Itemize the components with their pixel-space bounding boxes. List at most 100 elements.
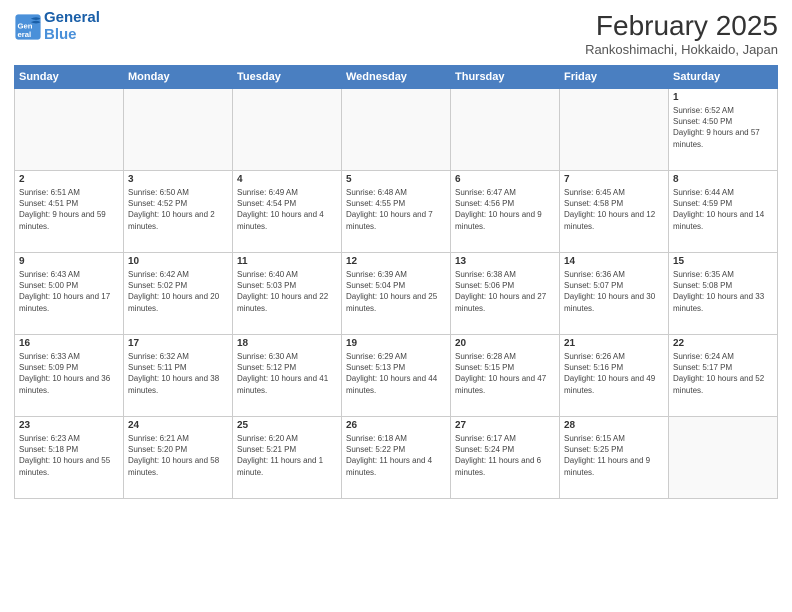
day-number: 2	[19, 174, 119, 185]
calendar-week-4: 16Sunrise: 6:33 AM Sunset: 5:09 PM Dayli…	[15, 335, 778, 417]
day-number: 28	[564, 420, 664, 431]
day-number: 11	[237, 256, 337, 267]
day-number: 3	[128, 174, 228, 185]
logo-icon: Gen eral	[14, 13, 42, 41]
calendar-day: 5 Sunrise: 6:48 AM Sunset: 4:55 PM Daylig…	[342, 171, 451, 253]
day-number: 23	[19, 420, 119, 431]
calendar-week-1: 1Sunrise: 6:52 AM Sunset: 4:50 PM Daylig…	[15, 89, 778, 171]
calendar-day: 19 Sunrise: 6:29 AM Sunset: 5:13 PM Dayli…	[342, 335, 451, 417]
day-info: Sunrise: 6:44 AM Sunset: 4:59 PM Dayligh…	[673, 187, 773, 232]
day-number: 16	[19, 338, 119, 349]
month-title: February 2025	[585, 10, 778, 42]
calendar-day: 13 Sunrise: 6:38 AM Sunset: 5:06 PM Dayli…	[451, 253, 560, 335]
day-number: 27	[455, 420, 555, 431]
day-info: Sunrise: 6:43 AM Sunset: 5:00 PM Dayligh…	[19, 269, 119, 314]
calendar-day: 12Sunrise: 6:39 AM Sunset: 5:04 PM Dayli…	[342, 253, 451, 335]
day-number: 13	[455, 256, 555, 267]
calendar-day: 9 Sunrise: 6:43 AM Sunset: 5:00 PM Daylig…	[15, 253, 124, 335]
calendar-day	[233, 89, 342, 171]
day-number: 4	[237, 174, 337, 185]
svg-text:eral: eral	[18, 29, 32, 38]
calendar-day: 18 Sunrise: 6:30 AM Sunset: 5:12 PM Dayli…	[233, 335, 342, 417]
day-number: 22	[673, 338, 773, 349]
calendar-day	[560, 89, 669, 171]
subtitle: Rankoshimachi, Hokkaido, Japan	[585, 42, 778, 57]
calendar-header-thursday: Thursday	[451, 66, 560, 89]
day-number: 7	[564, 174, 664, 185]
day-info: Sunrise: 6:21 AM Sunset: 5:20 PM Dayligh…	[128, 433, 228, 478]
calendar-day: 1Sunrise: 6:52 AM Sunset: 4:50 PM Daylig…	[669, 89, 778, 171]
day-number: 14	[564, 256, 664, 267]
day-info: Sunrise: 6:52 AM Sunset: 4:50 PM Dayligh…	[673, 105, 773, 150]
calendar-week-5: 23 Sunrise: 6:23 AM Sunset: 5:18 PM Dayli…	[15, 417, 778, 499]
calendar-day: 22 Sunrise: 6:24 AM Sunset: 5:17 PM Dayli…	[669, 335, 778, 417]
calendar-day: 3Sunrise: 6:50 AM Sunset: 4:52 PM Daylig…	[124, 171, 233, 253]
day-number: 25	[237, 420, 337, 431]
calendar-day: 8 Sunrise: 6:44 AM Sunset: 4:59 PM Daylig…	[669, 171, 778, 253]
calendar-day	[342, 89, 451, 171]
calendar-day: 14 Sunrise: 6:36 AM Sunset: 5:07 PM Dayli…	[560, 253, 669, 335]
calendar-day: 7 Sunrise: 6:45 AM Sunset: 4:58 PM Daylig…	[560, 171, 669, 253]
calendar-day: 15 Sunrise: 6:35 AM Sunset: 5:08 PM Dayli…	[669, 253, 778, 335]
calendar-day	[124, 89, 233, 171]
calendar-day: 25 Sunrise: 6:20 AM Sunset: 5:21 PM Dayli…	[233, 417, 342, 499]
calendar-day: 21 Sunrise: 6:26 AM Sunset: 5:16 PM Dayli…	[560, 335, 669, 417]
calendar-header-saturday: Saturday	[669, 66, 778, 89]
logo-text: General Blue	[44, 10, 100, 43]
day-number: 21	[564, 338, 664, 349]
calendar-header-sunday: Sunday	[15, 66, 124, 89]
day-number: 9	[19, 256, 119, 267]
day-number: 8	[673, 174, 773, 185]
calendar-day: 6 Sunrise: 6:47 AM Sunset: 4:56 PM Daylig…	[451, 171, 560, 253]
day-info: Sunrise: 6:28 AM Sunset: 5:15 PM Dayligh…	[455, 351, 555, 396]
day-info: Sunrise: 6:48 AM Sunset: 4:55 PM Dayligh…	[346, 187, 446, 232]
day-info: Sunrise: 6:17 AM Sunset: 5:24 PM Dayligh…	[455, 433, 555, 478]
day-number: 6	[455, 174, 555, 185]
calendar-day	[451, 89, 560, 171]
day-number: 18	[237, 338, 337, 349]
calendar-day: 28 Sunrise: 6:15 AM Sunset: 5:25 PM Dayli…	[560, 417, 669, 499]
calendar-day: 24 Sunrise: 6:21 AM Sunset: 5:20 PM Dayli…	[124, 417, 233, 499]
day-info: Sunrise: 6:30 AM Sunset: 5:12 PM Dayligh…	[237, 351, 337, 396]
day-info: Sunrise: 6:23 AM Sunset: 5:18 PM Dayligh…	[19, 433, 119, 478]
calendar-header-wednesday: Wednesday	[342, 66, 451, 89]
day-info: Sunrise: 6:47 AM Sunset: 4:56 PM Dayligh…	[455, 187, 555, 232]
day-info: Sunrise: 6:38 AM Sunset: 5:06 PM Dayligh…	[455, 269, 555, 314]
page-header: Gen eral General Blue February 2025 Rank…	[14, 10, 778, 57]
day-info: Sunrise: 6:26 AM Sunset: 5:16 PM Dayligh…	[564, 351, 664, 396]
day-info: Sunrise: 6:18 AM Sunset: 5:22 PM Dayligh…	[346, 433, 446, 478]
day-number: 5	[346, 174, 446, 185]
calendar-day: 17 Sunrise: 6:32 AM Sunset: 5:11 PM Dayli…	[124, 335, 233, 417]
calendar-header-tuesday: Tuesday	[233, 66, 342, 89]
calendar-day: 26 Sunrise: 6:18 AM Sunset: 5:22 PM Dayli…	[342, 417, 451, 499]
day-info: Sunrise: 6:32 AM Sunset: 5:11 PM Dayligh…	[128, 351, 228, 396]
calendar-day: 10Sunrise: 6:42 AM Sunset: 5:02 PM Dayli…	[124, 253, 233, 335]
day-info: Sunrise: 6:51 AM Sunset: 4:51 PM Dayligh…	[19, 187, 119, 232]
day-number: 26	[346, 420, 446, 431]
day-info: Sunrise: 6:29 AM Sunset: 5:13 PM Dayligh…	[346, 351, 446, 396]
calendar: SundayMondayTuesdayWednesdayThursdayFrid…	[14, 65, 778, 499]
day-number: 15	[673, 256, 773, 267]
day-info: Sunrise: 6:15 AM Sunset: 5:25 PM Dayligh…	[564, 433, 664, 478]
calendar-day	[15, 89, 124, 171]
day-info: Sunrise: 6:35 AM Sunset: 5:08 PM Dayligh…	[673, 269, 773, 314]
day-info: Sunrise: 6:45 AM Sunset: 4:58 PM Dayligh…	[564, 187, 664, 232]
calendar-header-monday: Monday	[124, 66, 233, 89]
calendar-day: 11Sunrise: 6:40 AM Sunset: 5:03 PM Dayli…	[233, 253, 342, 335]
calendar-day: 27 Sunrise: 6:17 AM Sunset: 5:24 PM Dayli…	[451, 417, 560, 499]
calendar-day: 4 Sunrise: 6:49 AM Sunset: 4:54 PM Daylig…	[233, 171, 342, 253]
calendar-day: 16Sunrise: 6:33 AM Sunset: 5:09 PM Dayli…	[15, 335, 124, 417]
day-info: Sunrise: 6:49 AM Sunset: 4:54 PM Dayligh…	[237, 187, 337, 232]
calendar-week-3: 9 Sunrise: 6:43 AM Sunset: 5:00 PM Daylig…	[15, 253, 778, 335]
day-number: 19	[346, 338, 446, 349]
day-number: 24	[128, 420, 228, 431]
day-info: Sunrise: 6:39 AM Sunset: 5:04 PM Dayligh…	[346, 269, 446, 314]
day-info: Sunrise: 6:36 AM Sunset: 5:07 PM Dayligh…	[564, 269, 664, 314]
title-block: February 2025 Rankoshimachi, Hokkaido, J…	[585, 10, 778, 57]
calendar-header-friday: Friday	[560, 66, 669, 89]
day-info: Sunrise: 6:20 AM Sunset: 5:21 PM Dayligh…	[237, 433, 337, 478]
day-number: 17	[128, 338, 228, 349]
day-info: Sunrise: 6:24 AM Sunset: 5:17 PM Dayligh…	[673, 351, 773, 396]
calendar-day	[669, 417, 778, 499]
svg-text:Gen: Gen	[18, 21, 33, 30]
